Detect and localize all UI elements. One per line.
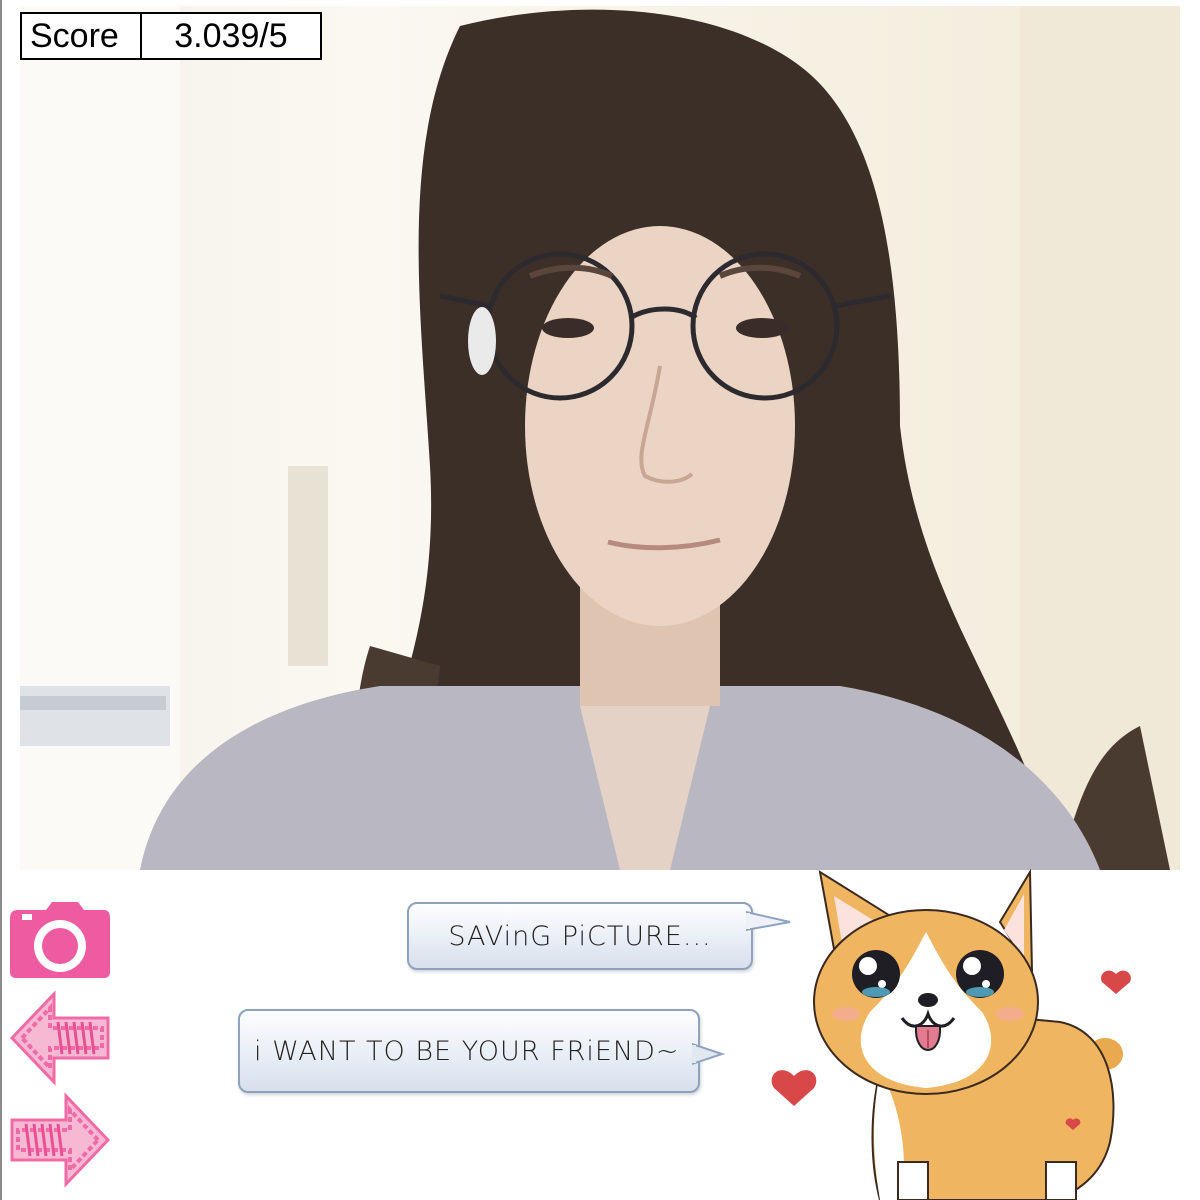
left-border-line	[0, 0, 2, 1200]
heart-icon	[1101, 970, 1131, 994]
speech-bubble-friend: i WANT TO BE YOUR FRiEND~	[238, 1009, 700, 1093]
speech-bubble-text: SAVinG PiCTURE...	[448, 920, 712, 952]
speech-bubble-tail	[692, 1042, 726, 1066]
camera-icon	[10, 902, 110, 978]
speech-bubble-saving: SAVinG PiCTURE...	[407, 902, 753, 970]
arrow-left-icon	[9, 990, 110, 1086]
score-display: Score 3.039/5	[20, 12, 322, 60]
speech-bubble-text: i WANT TO BE YOUR FRiEND~	[254, 1035, 680, 1067]
score-value: 3.039/5	[174, 17, 288, 55]
capture-photo-button[interactable]	[8, 898, 112, 982]
corgi-mascot	[760, 862, 1200, 1200]
next-button[interactable]	[8, 1090, 112, 1190]
camera-feed	[20, 6, 1180, 870]
arrow-right-icon	[10, 1092, 111, 1188]
previous-button[interactable]	[8, 988, 112, 1088]
score-label: Score	[22, 14, 142, 58]
heart-icon	[771, 1070, 817, 1106]
